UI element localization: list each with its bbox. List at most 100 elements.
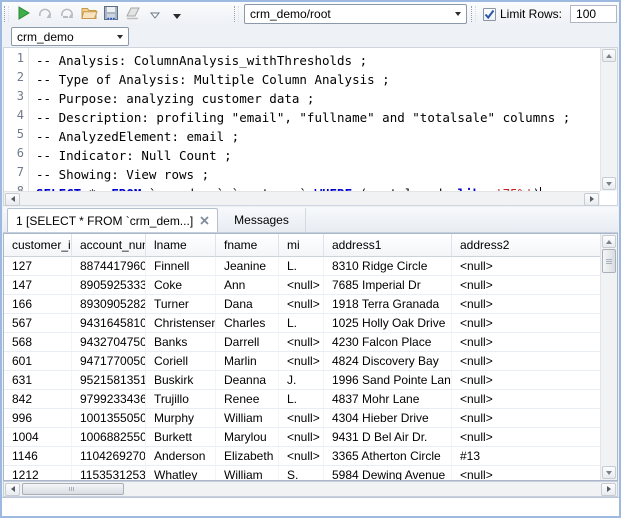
table-cell[interactable]: Anderson (146, 447, 216, 465)
execute-all-button[interactable] (34, 4, 56, 24)
table-cell[interactable]: Ann (216, 276, 279, 294)
table-cell[interactable]: William (216, 409, 279, 427)
table-cell[interactable]: 1004 (4, 428, 72, 446)
scroll-down-button[interactable] (602, 466, 616, 479)
table-cell[interactable]: <null> (279, 295, 324, 313)
table-cell[interactable]: 94316458106 (72, 314, 146, 332)
text-size-dropdown-button[interactable] (144, 4, 166, 24)
table-cell[interactable]: 10068825500 (72, 428, 146, 446)
table-cell[interactable]: <null> (279, 447, 324, 465)
table-cell[interactable]: Trujillo (146, 390, 216, 408)
table-cell[interactable]: <null> (452, 466, 601, 481)
table-cell[interactable]: 567 (4, 314, 72, 332)
table-cell[interactable]: 11042692700 (72, 447, 146, 465)
table-cell[interactable]: Dana (216, 295, 279, 313)
code-line[interactable]: -- Analysis: ColumnAnalysis_withThreshol… (36, 51, 599, 70)
table-cell[interactable]: Deanna (216, 371, 279, 389)
table-cell[interactable]: L. (279, 257, 324, 275)
scrollbar-thumb[interactable] (602, 249, 616, 273)
code-line[interactable]: -- Description: profiling "email", "full… (36, 108, 599, 127)
code-line[interactable]: -- AnalyzedElement: email ; (36, 127, 599, 146)
table-cell[interactable]: 89059253334 (72, 276, 146, 294)
code-line[interactable]: -- Type of Analysis: Multiple Column Ana… (36, 70, 599, 89)
table-cell[interactable]: 8310 Ridge Circle (324, 257, 452, 275)
table-cell[interactable]: 1025 Holly Oak Drive (324, 314, 452, 332)
limit-rows-checkbox[interactable] (483, 8, 496, 21)
table-cell[interactable]: 4230 Falcon Place (324, 333, 452, 351)
code-line[interactable]: SELECT * FROM `crm_demo`.`customer` WHER… (36, 184, 599, 191)
table-cell[interactable]: 97992334365 (72, 390, 146, 408)
table-cell[interactable]: 601 (4, 352, 72, 370)
toolbar-grip[interactable] (4, 6, 9, 22)
scroll-right-button[interactable] (601, 483, 616, 496)
column-header-fname[interactable]: fname (216, 234, 279, 257)
catalog-selector[interactable]: crm_demo (11, 27, 129, 46)
table-cell[interactable]: 4824 Discovery Bay (324, 352, 452, 370)
table-cell[interactable]: 3365 Atherton Circle (324, 447, 452, 465)
table-row[interactable]: 56794316458106ChristensenCharlesL.1025 H… (4, 314, 617, 333)
column-header-address1[interactable]: address1 (324, 234, 452, 257)
table-cell[interactable]: <null> (452, 314, 601, 332)
grid-horizontal-scrollbar[interactable] (3, 481, 618, 497)
table-cell[interactable]: 842 (4, 390, 72, 408)
table-cell[interactable]: 89309052824 (72, 295, 146, 313)
table-cell[interactable]: 1212 (4, 466, 72, 481)
table-cell[interactable]: <null> (452, 276, 601, 294)
table-cell[interactable]: 10013550500 (72, 409, 146, 427)
scroll-left-button[interactable] (5, 193, 20, 206)
close-icon[interactable] (200, 216, 209, 225)
run-query-button[interactable] (12, 4, 34, 24)
table-cell[interactable]: Jeanine (216, 257, 279, 275)
column-header-lname[interactable]: lname (146, 234, 216, 257)
scroll-up-button[interactable] (602, 49, 616, 62)
table-cell[interactable]: 996 (4, 409, 72, 427)
scroll-up-button[interactable] (602, 235, 616, 248)
table-cell[interactable]: 1146 (4, 447, 72, 465)
open-file-button[interactable] (78, 4, 100, 24)
table-cell[interactable]: 4837 Mohr Lane (324, 390, 452, 408)
table-cell[interactable]: <null> (452, 333, 601, 351)
table-cell[interactable]: <null> (279, 333, 324, 351)
table-row[interactable]: 12788744179606FinnellJeanineL.8310 Ridge… (4, 257, 617, 276)
table-cell[interactable]: <null> (452, 409, 601, 427)
table-cell[interactable]: <null> (279, 352, 324, 370)
table-cell[interactable]: Burkett (146, 428, 216, 446)
tab-messages[interactable]: Messages (218, 208, 306, 232)
column-header-address2[interactable]: address2 (452, 234, 601, 257)
table-cell[interactable]: Darrell (216, 333, 279, 351)
table-cell[interactable]: 9431 D Bel Air Dr. (324, 428, 452, 446)
column-header-customer_id[interactable]: customer_id (4, 234, 72, 257)
code-area[interactable]: -- Analysis: ColumnAnalysis_withThreshol… (30, 48, 599, 191)
column-header-account_num[interactable]: account_num (72, 234, 146, 257)
table-row[interactable]: 99610013550500MurphyWilliam<null>4304 Hi… (4, 409, 617, 428)
table-cell[interactable]: 568 (4, 333, 72, 351)
table-cell[interactable]: 4304 Hieber Drive (324, 409, 452, 427)
table-cell[interactable]: Turner (146, 295, 216, 313)
table-row[interactable]: 84297992334365TrujilloReneeL.4837 Mohr L… (4, 390, 617, 409)
table-cell[interactable]: Coke (146, 276, 216, 294)
table-cell[interactable]: <null> (452, 352, 601, 370)
connection-selector[interactable]: crm_demo/root (244, 4, 467, 24)
table-cell[interactable]: Finnell (146, 257, 216, 275)
table-row[interactable]: 56894327047500BanksDarrell<null>4230 Fal… (4, 333, 617, 352)
scrollbar-thumb[interactable] (22, 483, 124, 495)
table-cell[interactable]: 166 (4, 295, 72, 313)
scroll-left-button[interactable] (5, 483, 20, 496)
table-cell[interactable]: <null> (452, 295, 601, 313)
table-cell[interactable]: William (216, 466, 279, 481)
grid-vertical-scrollbar[interactable] (600, 234, 617, 480)
column-header-mi[interactable]: mi (279, 234, 324, 257)
table-cell[interactable]: <null> (279, 428, 324, 446)
editor-horizontal-scrollbar[interactable] (4, 191, 600, 205)
code-line[interactable]: -- Showing: View rows ; (36, 165, 599, 184)
editor-vertical-scrollbar[interactable] (600, 48, 617, 191)
table-cell[interactable]: 94327047500 (72, 333, 146, 351)
table-row[interactable]: 121211535312533WhatleyWilliamS.5984 Dewi… (4, 466, 617, 481)
table-cell[interactable]: Marlin (216, 352, 279, 370)
table-cell[interactable]: 147 (4, 276, 72, 294)
table-cell[interactable]: 5984 Dewing Avenue (324, 466, 452, 481)
table-cell[interactable]: <null> (452, 257, 601, 275)
code-line[interactable]: -- Purpose: analyzing customer data ; (36, 89, 599, 108)
table-cell[interactable]: <null> (452, 390, 601, 408)
save-file-button[interactable] (100, 4, 122, 24)
